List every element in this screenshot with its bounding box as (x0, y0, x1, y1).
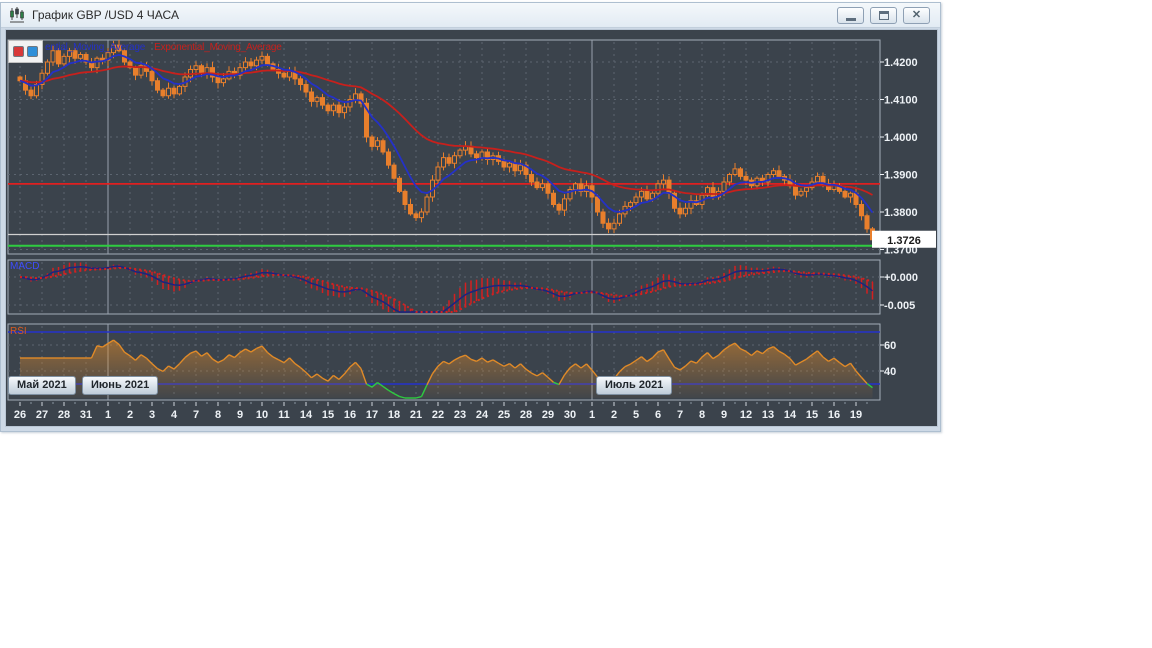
svg-text:7: 7 (193, 409, 199, 421)
macd-panel-label: MACD (10, 261, 40, 272)
svg-text:14: 14 (300, 409, 313, 421)
svg-text:3: 3 (149, 409, 155, 421)
svg-text:5: 5 (633, 409, 639, 421)
svg-text:17: 17 (366, 409, 378, 421)
maximize-icon (878, 11, 889, 20)
svg-text:1: 1 (105, 409, 111, 421)
svg-text:1.3726: 1.3726 (887, 235, 921, 247)
svg-text:9: 9 (237, 409, 243, 421)
rsi-panel-label: RSI (10, 326, 27, 337)
svg-text:40: 40 (884, 366, 896, 378)
svg-text:25: 25 (498, 409, 510, 421)
maximize-button[interactable] (870, 7, 897, 24)
svg-text:4: 4 (171, 409, 178, 421)
svg-text:31: 31 (80, 409, 92, 421)
svg-text:13: 13 (762, 409, 774, 421)
svg-text:1.4100: 1.4100 (884, 95, 918, 107)
svg-text:18: 18 (388, 409, 400, 421)
svg-text:8: 8 (215, 409, 221, 421)
time-axis (19, 402, 868, 406)
chart-canvas[interactable]: 1.42001.41001.40001.39001.38001.3700+0.0… (6, 30, 936, 426)
svg-text:2: 2 (127, 409, 133, 421)
svg-text:21: 21 (410, 409, 422, 421)
chart-content-area: 1.4200 1.4100 1.4000 1.3900 1.3800 1.3700 +0.0… (5, 29, 938, 427)
svg-text:12: 12 (740, 409, 752, 421)
svg-text:1.4200: 1.4200 (884, 57, 918, 69)
minimize-button[interactable] (837, 7, 864, 24)
close-icon: ✕ (911, 9, 922, 21)
svg-text:29: 29 (542, 409, 554, 421)
month-label-may[interactable]: Май 2021 (8, 376, 76, 395)
candlestick-chart-icon (10, 7, 24, 23)
svg-text:60: 60 (884, 340, 896, 352)
svg-text:11: 11 (278, 409, 290, 421)
svg-text:23: 23 (454, 409, 466, 421)
blue-indicator-button[interactable] (27, 46, 38, 57)
svg-text:19: 19 (850, 409, 862, 421)
titlebar[interactable]: График GBP /USD 4 ЧАСА ✕ (1, 3, 940, 28)
red-indicator-button[interactable] (13, 46, 24, 57)
svg-text:10: 10 (256, 409, 268, 421)
svg-text:16: 16 (344, 409, 356, 421)
svg-text:14: 14 (784, 409, 797, 421)
svg-text:15: 15 (806, 409, 818, 421)
minimize-icon (845, 17, 856, 21)
panels (7, 39, 881, 401)
svg-text:2: 2 (611, 409, 617, 421)
svg-text:22: 22 (432, 409, 444, 421)
chart-window: График GBP /USD 4 ЧАСА ✕ 1.4200 1.4100 1.4… (0, 2, 941, 432)
svg-text:27: 27 (36, 409, 48, 421)
legend: ential_Moving_Average Exponential_Moving… (45, 42, 282, 53)
current-price-tag: 1.3726 (872, 230, 936, 248)
close-button[interactable]: ✕ (903, 7, 930, 24)
svg-text:24: 24 (476, 409, 489, 421)
month-label-july[interactable]: Июль 2021 (596, 376, 673, 395)
svg-text:16: 16 (828, 409, 840, 421)
svg-text:1.4000: 1.4000 (884, 132, 918, 144)
month-label-june[interactable]: Июнь 2021 (82, 376, 159, 395)
svg-text:28: 28 (58, 409, 70, 421)
svg-text:1.3900: 1.3900 (884, 170, 918, 182)
svg-text:-0.005: -0.005 (884, 300, 915, 312)
svg-text:1: 1 (589, 409, 595, 421)
svg-text:30: 30 (564, 409, 576, 421)
svg-text:8: 8 (699, 409, 705, 421)
svg-text:15: 15 (322, 409, 334, 421)
svg-text:7: 7 (677, 409, 683, 421)
indicator-buttons-box (8, 40, 43, 63)
svg-text:6: 6 (655, 409, 661, 421)
chart-stage: 1.4200 1.4100 1.4000 1.3900 1.3800 1.3700 +0.0… (6, 30, 936, 426)
svg-text:28: 28 (520, 409, 532, 421)
svg-text:+0.000: +0.000 (884, 272, 918, 284)
svg-text:9: 9 (721, 409, 727, 421)
svg-text:1.3800: 1.3800 (884, 207, 918, 219)
legend-red-ma-label: Exponential_Moving_Average (154, 42, 282, 53)
window-title: График GBP /USD 4 ЧАСА (32, 8, 179, 22)
legend-blue-ma-label: ential_Moving_Average (45, 42, 146, 53)
svg-text:26: 26 (14, 409, 26, 421)
